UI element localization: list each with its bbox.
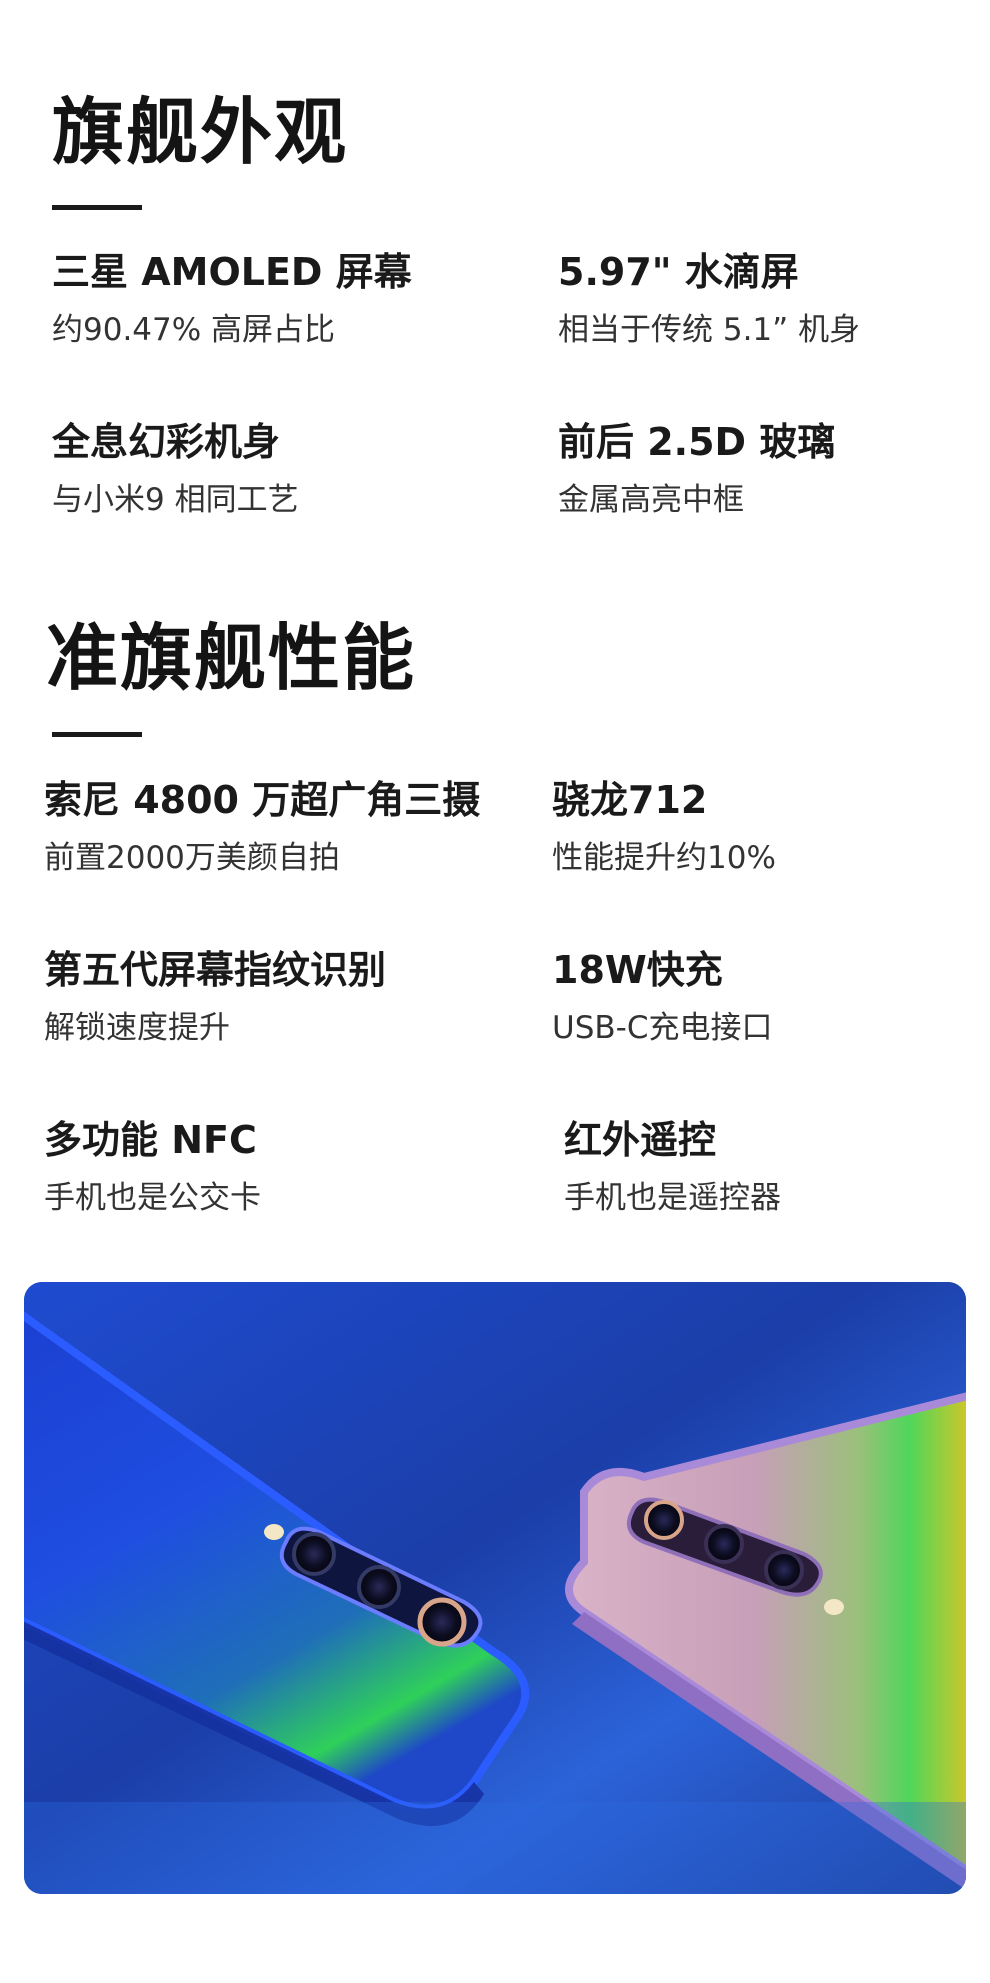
feature-title: 红外遥控 bbox=[564, 1118, 717, 1162]
feature-subtitle: 金属高亮中框 bbox=[558, 481, 744, 518]
feature-waterdrop: 5.97" 水滴屏 相当于传统 5.1” 机身 bbox=[558, 250, 860, 349]
feature-subtitle: 手机也是公交卡 bbox=[44, 1179, 261, 1216]
feature-nfc: 多功能 NFC 手机也是公交卡 bbox=[44, 1118, 261, 1217]
section-title-underline bbox=[52, 205, 142, 210]
feature-subtitle: USB-C充电接口 bbox=[552, 1009, 773, 1046]
feature-glass: 前后 2.5D 玻璃 金属高亮中框 bbox=[558, 420, 835, 519]
product-banner-image bbox=[24, 1282, 966, 1894]
feature-title: 多功能 NFC bbox=[44, 1118, 257, 1162]
section-title-underline bbox=[52, 732, 142, 737]
feature-fast-charge: 18W快充 USB-C充电接口 bbox=[552, 948, 772, 1047]
feature-title: 前后 2.5D 玻璃 bbox=[558, 420, 836, 464]
feature-amoled: 三星 AMOLED 屏幕 约90.47% 高屏占比 bbox=[52, 250, 412, 349]
feature-camera: 索尼 4800 万超广角三摄 前置2000万美颜自拍 bbox=[44, 778, 480, 877]
feature-fingerprint: 第五代屏幕指纹识别 解锁速度提升 bbox=[44, 948, 386, 1047]
phones-illustration bbox=[24, 1282, 966, 1894]
feature-infrared: 红外遥控 手机也是遥控器 bbox=[564, 1118, 781, 1217]
feature-title: 三星 AMOLED 屏幕 bbox=[52, 250, 412, 294]
feature-subtitle: 手机也是遥控器 bbox=[564, 1179, 781, 1216]
feature-subtitle: 性能提升约10% bbox=[552, 839, 776, 876]
feature-title: 18W快充 bbox=[552, 948, 723, 992]
feature-subtitle: 解锁速度提升 bbox=[44, 1009, 230, 1046]
feature-subtitle: 相当于传统 5.1” 机身 bbox=[558, 311, 861, 348]
feature-subtitle: 前置2000万美颜自拍 bbox=[44, 839, 340, 876]
feature-holographic-body: 全息幻彩机身 与小米9 相同工艺 bbox=[52, 420, 299, 519]
feature-subtitle: 约90.47% 高屏占比 bbox=[52, 311, 336, 348]
feature-subtitle: 与小米9 相同工艺 bbox=[52, 481, 299, 518]
feature-title: 骁龙712 bbox=[552, 778, 708, 822]
feature-title: 5.97" 水滴屏 bbox=[558, 250, 799, 294]
feature-title: 全息幻彩机身 bbox=[52, 420, 281, 464]
section-title-appearance: 旗舰外观 bbox=[52, 90, 349, 174]
feature-processor: 骁龙712 性能提升约10% bbox=[552, 778, 776, 877]
feature-title: 索尼 4800 万超广角三摄 bbox=[44, 778, 481, 822]
section-title-performance: 准旗舰性能 bbox=[46, 616, 417, 700]
feature-title: 第五代屏幕指纹识别 bbox=[44, 948, 387, 992]
